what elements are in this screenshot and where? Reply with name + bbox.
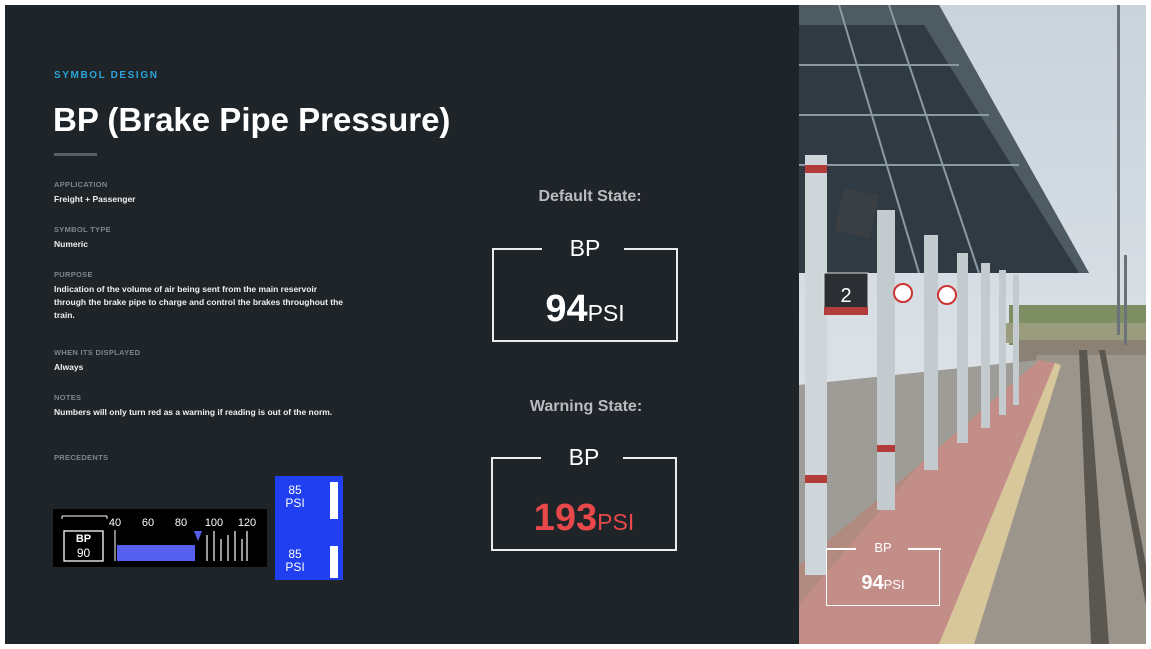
field-value: Indication of the volume of air being se… (54, 284, 344, 320)
page-title: BP (Brake Pipe Pressure) (53, 101, 451, 138)
level-fill (117, 545, 195, 561)
field-value: Always (54, 362, 84, 372)
precedent-b-top-unit: PSI (285, 496, 304, 510)
tick-label: 120 (238, 517, 256, 529)
gauge-label: BP (568, 444, 600, 470)
gauge-label: BP (569, 235, 601, 261)
tick-label: 60 (142, 517, 154, 529)
field-value: Freight + Passenger (54, 194, 136, 204)
field-label: PURPOSE (54, 270, 93, 279)
default-state-heading: Default State: (538, 188, 642, 205)
overlay-label: BP (874, 540, 892, 555)
field-label: PRECEDENTS (54, 453, 109, 462)
gauge-unit: PSI (597, 509, 635, 535)
warning-state-heading: Warning State: (529, 398, 643, 415)
platform-number: 2 (840, 285, 851, 307)
gauge-unit: PSI (587, 300, 625, 326)
field-value: Numeric (54, 239, 89, 249)
field-notes: NOTES Numbers will only turn red as a wa… (54, 393, 354, 419)
field-when-displayed: WHEN ITS DISPLAYED Always (54, 348, 140, 374)
bar-gauge-graphic: BP 90 40 60 80 100 120 (61, 515, 256, 562)
overlay-unit: PSI (883, 577, 905, 592)
warning-state-gauge: BP 193PSI (491, 444, 677, 551)
overlay-reading: 94PSI (827, 572, 939, 595)
field-label: NOTES (54, 393, 82, 402)
default-state-gauge: BP 94PSI (492, 235, 678, 342)
precedent-b-top-value: 85 (288, 483, 302, 497)
tick-label: 100 (205, 517, 223, 529)
tick-label: 40 (109, 517, 121, 529)
gauge-value: 193 (533, 497, 598, 539)
gauge-value: 94 (545, 288, 588, 330)
overlay-value: 94 (861, 572, 884, 594)
scale-ticks (206, 531, 248, 561)
field-application: APPLICATION Freight + Passenger (54, 180, 136, 206)
field-precedents: PRECEDENTS (54, 453, 108, 466)
eyebrow-label: SYMBOL DESIGN (54, 70, 159, 81)
field-label: WHEN ITS DISPLAYED (54, 348, 141, 357)
tick-label: 80 (175, 517, 187, 529)
precedent-b-bottom-unit: PSI (285, 560, 304, 574)
symbol-design-slide: SYMBOL DESIGN BP (Brake Pipe Pressure) A… (5, 5, 1146, 644)
precedent-a-label: BP (76, 533, 91, 545)
precedent-a-value: 90 (77, 546, 91, 560)
field-value: Numbers will only turn red as a warning … (54, 407, 333, 417)
gauge-reading: 94PSI (494, 288, 676, 331)
gauge-reading: 193PSI (493, 497, 675, 540)
level-marker (194, 531, 202, 541)
precedent-blue-display: 85 PSI 85 PSI (275, 476, 343, 580)
hud-overlay-gauge: BP 94PSI (825, 540, 941, 606)
field-symbol-type: SYMBOL TYPE Numeric (54, 225, 111, 251)
field-purpose: PURPOSE Indication of the volume of air … (54, 270, 344, 322)
platform-photo: 2 BP 94PSI (799, 5, 1146, 644)
field-label: SYMBOL TYPE (54, 225, 111, 234)
blue-display-graphic: 85 PSI 85 PSI (285, 482, 338, 578)
field-label: APPLICATION (54, 180, 108, 189)
title-divider (54, 153, 97, 156)
precedent-bar-gauge: BP 90 40 60 80 100 120 (53, 509, 267, 567)
precedent-b-bottom-value: 85 (288, 547, 302, 561)
